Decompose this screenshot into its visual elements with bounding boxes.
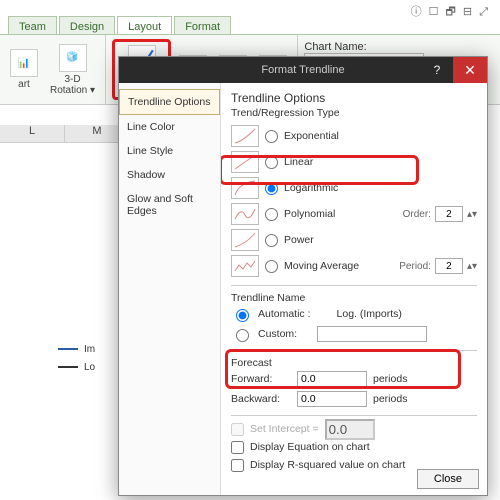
dialog-main: Trendline Options Trend/Regression Type …: [221, 83, 487, 495]
forecast-group: Forecast Forward: periods Backward: peri…: [231, 350, 477, 409]
exponential-radio[interactable]: [265, 130, 278, 143]
window-controls[interactable]: ⓘ ☐ 🗗 ⊟ ⤢: [411, 3, 490, 22]
linear-label: Linear: [284, 156, 313, 168]
name-group-label: Trendline Name: [231, 292, 477, 304]
movingavg-radio[interactable]: [265, 260, 278, 273]
order-param: Order: ▴▾: [403, 206, 477, 222]
chart-legend: Im Lo: [58, 340, 95, 376]
exponential-thumb: [231, 125, 259, 147]
nav-glow[interactable]: Glow and Soft Edges: [119, 187, 220, 223]
custom-name-input[interactable]: [317, 326, 427, 342]
backward-periods: periods: [373, 393, 407, 405]
dialog-title: Format Trendline: [261, 64, 344, 76]
power-label: Power: [284, 234, 314, 246]
period-spinner[interactable]: [435, 258, 463, 274]
format-trendline-dialog: Format Trendline ? ✕ Trendline Options L…: [118, 56, 488, 496]
type-list: Exponential Linear Logarithmic Polynomia…: [231, 123, 477, 279]
order-label: Order:: [403, 209, 431, 220]
forward-input[interactable]: [297, 371, 367, 387]
dialog-titlebar[interactable]: Format Trendline ? ✕: [119, 57, 487, 83]
power-radio[interactable]: [265, 234, 278, 247]
movingavg-thumb: [231, 255, 259, 277]
dialog-nav: Trendline Options Line Color Line Style …: [119, 83, 221, 495]
display-r2-label: Display R-squared value on chart: [250, 459, 405, 471]
movingavg-label: Moving Average: [284, 260, 359, 272]
legend-label-2: Lo: [84, 362, 95, 373]
power-thumb: [231, 229, 259, 251]
logarithmic-radio[interactable]: [265, 182, 278, 195]
order-spinner[interactable]: [435, 206, 463, 222]
linear-thumb: [231, 151, 259, 173]
trendline-name-group: Trendline Name Automatic : Log. (Imports…: [231, 285, 477, 344]
automatic-radio[interactable]: [236, 309, 249, 322]
nav-line-color[interactable]: Line Color: [119, 115, 220, 139]
backward-input[interactable]: [297, 391, 367, 407]
logarithmic-label: Logarithmic: [284, 182, 338, 194]
options-checkboxes: Set Intercept = Display Equation on char…: [231, 415, 477, 474]
options-heading: Trendline Options: [231, 91, 477, 105]
set-intercept-checkbox: [231, 423, 244, 436]
forecast-label: Forecast: [231, 357, 477, 369]
display-equation-label: Display Equation on chart: [250, 441, 370, 453]
backward-label: Backward:: [231, 393, 291, 405]
close-icon[interactable]: ✕: [453, 57, 487, 83]
chart-area-button[interactable]: 📊 art: [6, 39, 42, 100]
legend-label-1: Im: [84, 344, 95, 355]
automatic-value: Log. (Imports): [337, 308, 402, 320]
polynomial-radio[interactable]: [265, 208, 278, 221]
polynomial-thumb: [231, 203, 259, 225]
custom-radio[interactable]: [236, 329, 249, 342]
automatic-label: Automatic :: [258, 308, 311, 320]
set-intercept-label: Set Intercept =: [250, 423, 319, 435]
chart-name-label: Chart Name:: [304, 41, 424, 53]
help-button[interactable]: ?: [423, 57, 451, 83]
set-intercept-input: [325, 419, 375, 440]
forward-periods: periods: [373, 373, 407, 385]
nav-shadow[interactable]: Shadow: [119, 163, 220, 187]
display-equation-checkbox[interactable]: [231, 441, 244, 454]
col-L[interactable]: L: [0, 125, 65, 142]
close-button[interactable]: Close: [417, 469, 479, 489]
polynomial-label: Polynomial: [284, 208, 335, 220]
rotation-label: 3-D Rotation ▾: [50, 74, 95, 96]
legend-line-1: [58, 348, 78, 350]
nav-trendline-options[interactable]: Trendline Options: [119, 89, 220, 115]
rotation-icon: 🧊: [59, 44, 87, 72]
forward-label: Forward:: [231, 373, 291, 385]
custom-label: Custom:: [258, 328, 297, 340]
nav-line-style[interactable]: Line Style: [119, 139, 220, 163]
exponential-label: Exponential: [284, 130, 339, 142]
chart-area-label: art: [18, 79, 30, 90]
column-headers: L M: [0, 125, 130, 143]
display-r2-checkbox[interactable]: [231, 459, 244, 472]
period-param: Period: ▴▾: [399, 258, 477, 274]
period-label: Period:: [399, 261, 431, 272]
linear-radio[interactable]: [265, 156, 278, 169]
logarithmic-thumb: [231, 177, 259, 199]
type-group-label: Trend/Regression Type: [231, 107, 477, 119]
rotation-button[interactable]: 🧊 3-D Rotation ▾: [46, 39, 99, 100]
chart-icon: 📊: [10, 49, 38, 77]
legend-line-2: [58, 366, 78, 368]
